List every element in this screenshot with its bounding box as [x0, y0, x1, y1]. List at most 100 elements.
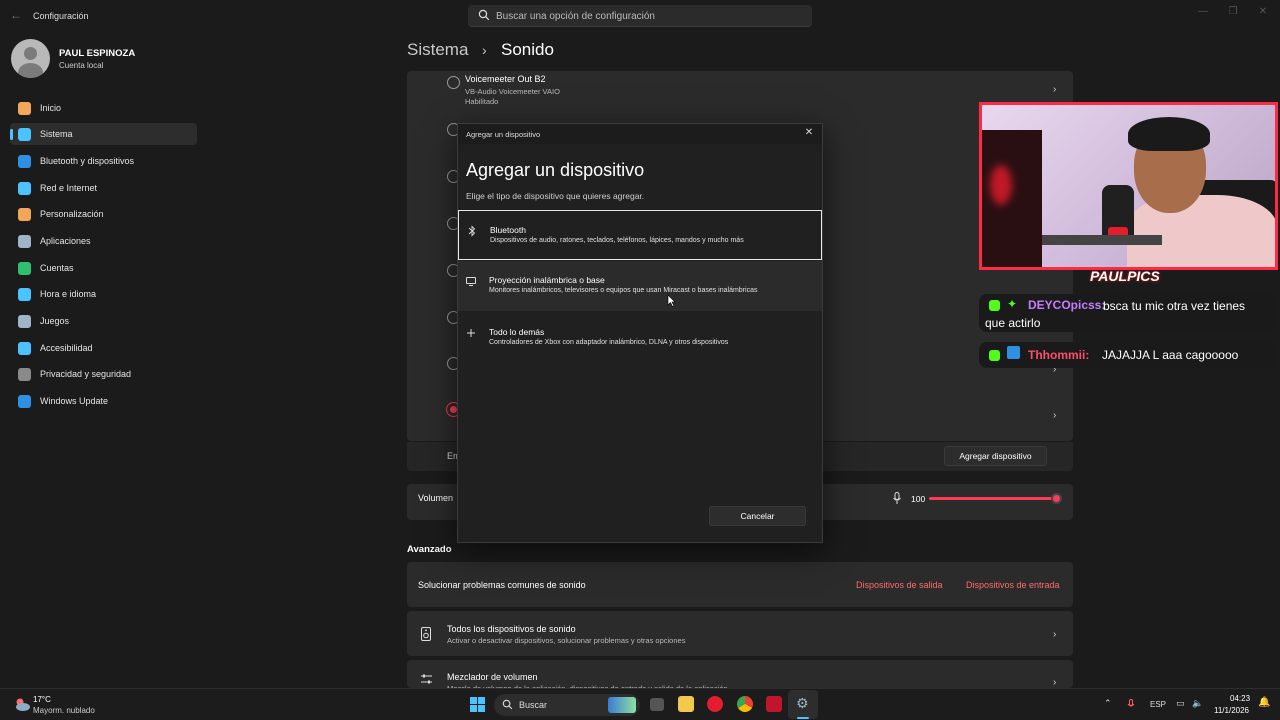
sidebar-item-personalización[interactable]: Personalización: [10, 203, 197, 225]
sidebar-item-hora[interactable]: Hora e idioma: [10, 283, 197, 305]
youtube-music-icon[interactable]: [707, 696, 723, 712]
chrome-icon[interactable]: [737, 696, 753, 712]
search-icon: [502, 699, 513, 710]
sidebar-item-label: Inicio: [40, 103, 62, 113]
sidebar-item-accesibilidad[interactable]: Accesibilidad: [10, 337, 197, 359]
volume-icon[interactable]: 🔈: [1192, 698, 1203, 709]
taskbar-search[interactable]: Buscar: [494, 694, 640, 716]
device-status: Habilitado: [465, 97, 499, 106]
taskbar: 17°C Mayorm. nublado Buscar ⚙ ⌃ ESP ▭ 🔈 …: [0, 688, 1280, 720]
back-arrow-icon[interactable]: ←: [10, 8, 24, 22]
sidebar-item-bluetooth[interactable]: Bluetooth y dispositivos: [10, 150, 197, 172]
sidebar-item-label: Hora e idioma: [40, 289, 97, 299]
clock-time[interactable]: 04:23: [1230, 694, 1250, 703]
streamer-name-badge: PAULPICS: [1090, 268, 1160, 284]
dialog-footer: Cancelar: [458, 491, 822, 542]
volume-slider-thumb[interactable]: [1051, 493, 1062, 504]
shield-icon: [18, 368, 31, 381]
cancel-button[interactable]: Cancelar: [709, 506, 806, 526]
sidebar-item-label: Personalización: [40, 209, 104, 219]
network-icon[interactable]: ▭: [1176, 698, 1185, 709]
sidebar-item-windows[interactable]: Windows Update: [10, 390, 197, 412]
sidebar-item-sistema[interactable]: Sistema: [10, 123, 197, 145]
accessibility-icon: [18, 342, 31, 355]
apps-icon: [18, 235, 31, 248]
search-icon: [478, 9, 490, 21]
chevron-right-icon[interactable]: ›: [1053, 410, 1056, 421]
advanced-heading: Avanzado: [407, 544, 452, 555]
notification-bell-icon[interactable]: 🔔: [1258, 697, 1270, 708]
clock-date[interactable]: 11/1/2026: [1214, 706, 1249, 715]
breadcrumb-parent[interactable]: Sistema: [407, 40, 468, 60]
all-devices-desc: Activar o desactivar dispositivos, soluc…: [447, 636, 686, 645]
option-title: Todo lo demás: [489, 327, 545, 337]
microphone-icon[interactable]: [892, 492, 902, 505]
sidebar-item-cuentas[interactable]: Cuentas: [10, 257, 197, 279]
voicemeeter-icon[interactable]: [766, 696, 782, 712]
bluetooth-icon: [468, 225, 476, 237]
weather-description: Mayorm. nublado: [33, 706, 95, 715]
brush-icon: [18, 208, 31, 221]
option-title: Proyección inalámbrica o base: [489, 275, 605, 285]
bluetooth-icon: [18, 155, 31, 168]
file-explorer-icon[interactable]: [678, 696, 694, 712]
webcam-overlay: [979, 102, 1278, 270]
device-name: Voicemeeter Out B2: [465, 74, 546, 84]
settings-search-box[interactable]: [468, 5, 812, 27]
add-device-dialog: Agregar un dispositivo ✕ Agregar un disp…: [457, 123, 823, 543]
chat-text: bsca tu mic otra vez tienes que actirlo: [985, 299, 1246, 330]
input-devices-link[interactable]: Dispositivos de entrada: [966, 580, 1060, 590]
mixer-icon: [421, 674, 432, 684]
device-radio[interactable]: [447, 76, 460, 89]
volume-label: Volumen: [418, 493, 454, 503]
maximize-button[interactable]: ❐: [1218, 6, 1248, 20]
volume-value: 100: [911, 494, 926, 504]
minimize-button[interactable]: —: [1188, 6, 1218, 20]
chevron-up-icon[interactable]: ⌃: [1104, 698, 1112, 709]
option-everything-else[interactable]: Todo lo demás Controladores de Xbox con …: [458, 313, 822, 363]
sidebar-item-label: Windows Update: [40, 396, 109, 406]
language-indicator[interactable]: ESP: [1150, 700, 1166, 709]
update-icon: [18, 395, 31, 408]
chevron-right-icon[interactable]: ›: [1053, 84, 1056, 95]
sidebar-item-label: Aplicaciones: [40, 236, 91, 246]
chat-text: JAJAJJA L aaa cagooooo: [1102, 348, 1239, 362]
active-indicator: [10, 129, 13, 140]
sidebar-item-privacidad[interactable]: Privacidad y seguridad: [10, 363, 197, 385]
volume-slider-track[interactable]: [929, 497, 1056, 500]
sidebar-item-juegos[interactable]: Juegos: [10, 310, 197, 332]
option-desc: Dispositivos de audio, ratones, teclados…: [490, 237, 744, 244]
option-bluetooth[interactable]: Bluetooth Dispositivos de audio, ratones…: [458, 210, 822, 260]
kick-badge-icon: [989, 350, 1000, 361]
dialog-subtitle: Elige el tipo de dispositivo que quieres…: [466, 191, 645, 201]
accounts-icon: [18, 262, 31, 275]
hair: [1128, 117, 1210, 151]
chat-message: ✦ DEYCOpicss: bsca tu mic otra vez tiene…: [979, 294, 1275, 332]
taskbar-search-label: Buscar: [519, 700, 548, 710]
weather-cloud-icon[interactable]: [13, 695, 31, 713]
output-devices-link[interactable]: Dispositivos de salida: [856, 580, 943, 590]
search-highlight-icon: [608, 697, 636, 713]
chevron-right-icon[interactable]: ›: [1053, 629, 1056, 640]
close-window-button[interactable]: ✕: [1248, 6, 1278, 20]
title-bar: ← Configuración — ❐ ✕: [0, 0, 1280, 32]
sidebar-item-aplicaciones[interactable]: Aplicaciones: [10, 230, 197, 252]
chevron-right-icon[interactable]: ›: [1053, 677, 1056, 688]
sidebar-item-inicio[interactable]: Inicio: [10, 97, 197, 119]
sidebar-item-label: Privacidad y seguridad: [40, 369, 132, 379]
chat-username: Thhommii:: [1028, 348, 1090, 362]
option-desc: Monitores inalámbricos, televisores o eq…: [489, 287, 758, 294]
task-view-icon[interactable]: [650, 698, 664, 711]
add-device-button[interactable]: Agregar dispositivo: [944, 446, 1047, 466]
avatar[interactable]: [11, 39, 50, 78]
sidebar-item-red[interactable]: Red e Internet: [10, 177, 197, 199]
search-input[interactable]: [496, 5, 796, 27]
dialog-close-icon[interactable]: ✕: [802, 127, 816, 141]
windows-start-icon[interactable]: [470, 697, 485, 712]
speaker-device-icon: [421, 627, 431, 641]
microphone-tray-icon[interactable]: [1127, 699, 1135, 710]
sidebar-item-label: Cuentas: [40, 263, 74, 273]
all-devices-title: Todos los dispositivos de sonido: [447, 624, 576, 634]
weather-temperature: 17°C: [33, 695, 51, 704]
option-wireless-display[interactable]: Proyección inalámbrica o base Monitores …: [458, 261, 822, 311]
